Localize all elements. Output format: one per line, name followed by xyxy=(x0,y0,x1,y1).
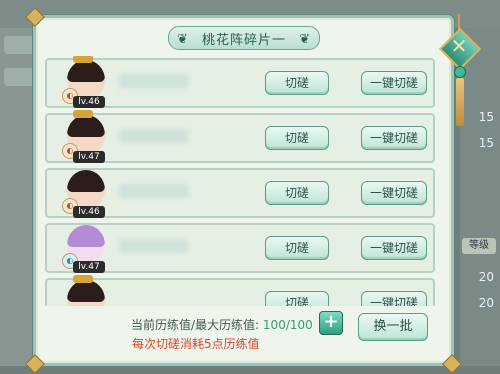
level-badge: lv.46 xyxy=(73,96,105,108)
add-experience-button[interactable]: + xyxy=(319,311,343,335)
background-number: 15 xyxy=(478,136,494,150)
dialog-title-plate: ❦ 桃花阵碎片一 ❦ xyxy=(168,26,320,50)
cost-note: 每次切磋消耗5点历练值 xyxy=(132,337,260,351)
challenge-button[interactable]: 切磋 xyxy=(265,126,329,150)
tassel-bead xyxy=(454,66,466,78)
close-icon: ✕ xyxy=(450,34,468,58)
background-number: 20 xyxy=(478,296,494,310)
avatar: ◐ lv.46 xyxy=(62,168,107,218)
avatar xyxy=(63,275,107,306)
leaf-icon: ❦ xyxy=(299,32,311,47)
challenge-button[interactable]: 切磋 xyxy=(265,236,329,260)
experience-label-line: 当前历练值/最大历练值: 100/100 xyxy=(131,316,313,333)
name-blurred xyxy=(119,129,189,143)
experience-label: 当前历练值/最大历练值: xyxy=(131,318,260,332)
avatar: ◐ lv.47 xyxy=(62,223,107,273)
level-badge: lv.47 xyxy=(73,261,105,273)
opponent-row: 切磋 一键切磋 xyxy=(45,275,435,306)
one-click-challenge-button[interactable]: 一键切磋 xyxy=(361,236,427,260)
crown-icon xyxy=(73,110,93,118)
avatar-face xyxy=(67,280,105,306)
opponent-row: ◐ lv.46 切磋 一键切磋 xyxy=(45,56,435,108)
crown-icon xyxy=(73,275,93,283)
opponent-row: ◐ lv.47 切磋 一键切磋 xyxy=(45,223,435,273)
level-badge: lv.47 xyxy=(73,151,105,163)
challenge-button[interactable]: 切磋 xyxy=(265,71,329,95)
experience-value: 100/100 xyxy=(262,318,313,332)
challenge-dialog: ❦ 桃花阵碎片一 ❦ ◐ lv.46 切磋 一键切磋 ◐ lv.47 切磋 一键… xyxy=(25,7,462,374)
one-click-challenge-button[interactable]: 一键切磋 xyxy=(361,126,427,150)
dialog-title: 桃花阵碎片一 xyxy=(201,32,286,48)
background-tag: 等级 xyxy=(462,238,496,254)
name-blurred xyxy=(119,184,189,198)
refresh-button[interactable]: 换一批 xyxy=(358,313,428,341)
background-right-panel xyxy=(460,28,500,366)
background-number: 20 xyxy=(478,270,494,284)
avatar: ◐ lv.47 xyxy=(62,110,107,163)
crown-icon xyxy=(73,56,93,63)
opponent-row: ◐ lv.46 切磋 一键切磋 xyxy=(45,168,435,218)
avatar: ◐ lv.46 xyxy=(62,56,107,108)
tassel-tail xyxy=(456,78,464,126)
challenge-button[interactable]: 切磋 xyxy=(265,291,329,306)
level-badge: lv.46 xyxy=(73,206,105,218)
background-number: 15 xyxy=(478,110,494,124)
name-blurred xyxy=(119,239,189,253)
challenge-button[interactable]: 切磋 xyxy=(265,181,329,205)
one-click-challenge-button[interactable]: 一键切磋 xyxy=(361,181,427,205)
leaf-icon: ❦ xyxy=(177,32,189,47)
name-blurred xyxy=(119,74,189,88)
one-click-challenge-button[interactable]: 一键切磋 xyxy=(361,291,427,306)
corner-ornament xyxy=(442,354,462,374)
one-click-challenge-button[interactable]: 一键切磋 xyxy=(361,71,427,95)
close-button[interactable]: ✕ xyxy=(438,27,482,71)
opponent-list[interactable]: ◐ lv.46 切磋 一键切磋 ◐ lv.47 切磋 一键切磋 ◐ lv.46 … xyxy=(45,56,435,306)
opponent-row: ◐ lv.47 切磋 一键切磋 xyxy=(45,110,435,163)
